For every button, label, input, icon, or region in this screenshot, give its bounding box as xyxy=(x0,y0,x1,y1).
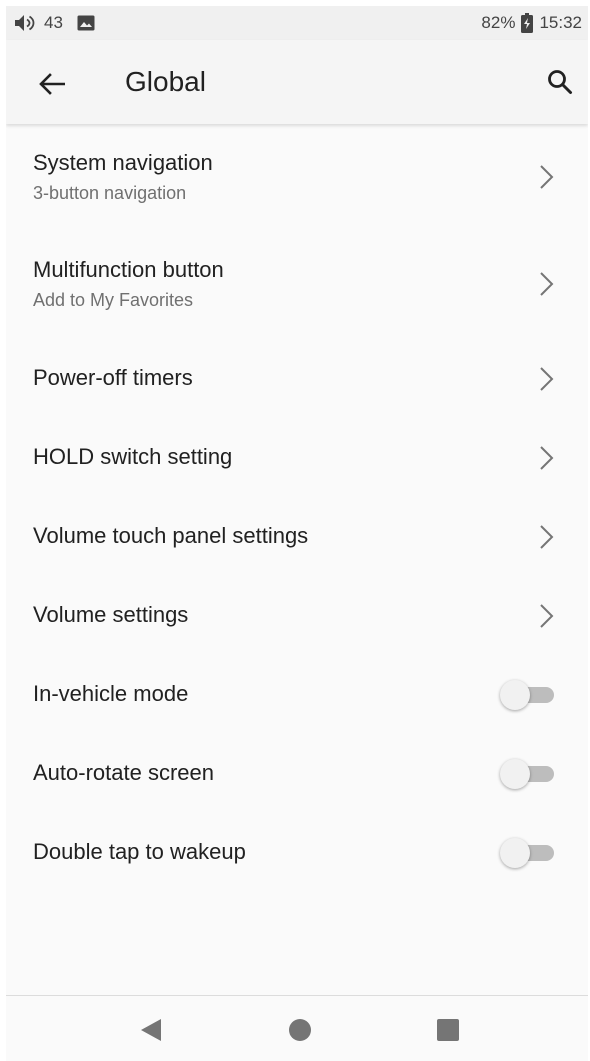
status-bar-left: 43 xyxy=(14,13,95,33)
status-bar-right: 82% 15:32 xyxy=(481,13,582,33)
setting-system-navigation[interactable]: System navigation 3-button navigation xyxy=(6,126,588,233)
setting-label: Double tap to wakeup xyxy=(33,839,246,864)
setting-label: System navigation xyxy=(33,150,213,175)
page-title: Global xyxy=(125,66,206,97)
setting-label: HOLD switch setting xyxy=(33,444,233,469)
back-button[interactable] xyxy=(34,66,70,102)
battery-charging-icon xyxy=(521,13,534,33)
app-bar: Global xyxy=(6,40,588,124)
setting-hold-switch[interactable]: HOLD switch setting xyxy=(6,419,588,498)
setting-label: In-vehicle mode xyxy=(33,681,189,706)
status-bar: 43 82% 15:32 xyxy=(6,6,588,40)
setting-subtitle: 3-button navigation xyxy=(33,183,187,203)
setting-label: Volume settings xyxy=(33,602,189,627)
battery-percent: 82% xyxy=(481,13,516,32)
volume-icon xyxy=(14,14,38,32)
chevron-right-icon xyxy=(540,367,554,391)
volume-level: 43 xyxy=(44,13,63,32)
double-tap-wakeup-switch[interactable] xyxy=(500,838,554,868)
image-icon xyxy=(77,15,95,31)
arrow-back-icon xyxy=(39,73,65,95)
in-vehicle-mode-switch[interactable] xyxy=(500,680,554,710)
nav-back-icon[interactable] xyxy=(140,1018,162,1042)
chevron-right-icon xyxy=(540,604,554,628)
search-icon xyxy=(548,70,572,94)
setting-label: Volume touch panel settings xyxy=(33,523,309,548)
system-nav-bar xyxy=(6,995,588,1061)
chevron-right-icon xyxy=(540,446,554,470)
screen: 43 82% 15:32 Global System navigation 3-… xyxy=(6,6,588,1061)
setting-label: Power-off timers xyxy=(33,365,193,390)
nav-home-icon[interactable] xyxy=(289,1019,311,1041)
switch-thumb xyxy=(500,838,530,868)
setting-volume-settings[interactable]: Volume settings xyxy=(6,577,588,656)
setting-double-tap-wakeup[interactable]: Double tap to wakeup xyxy=(6,814,588,893)
settings-list: System navigation 3-button navigation Mu… xyxy=(6,126,588,893)
chevron-right-icon xyxy=(540,165,554,189)
setting-in-vehicle-mode[interactable]: In-vehicle mode xyxy=(6,656,588,735)
setting-multifunction-button[interactable]: Multifunction button Add to My Favorites xyxy=(6,233,588,340)
search-button[interactable] xyxy=(542,64,578,100)
chevron-right-icon xyxy=(540,272,554,296)
setting-auto-rotate[interactable]: Auto-rotate screen xyxy=(6,735,588,814)
switch-thumb xyxy=(500,759,530,789)
setting-power-off-timers[interactable]: Power-off timers xyxy=(6,340,588,419)
nav-recent-icon[interactable] xyxy=(437,1019,459,1041)
setting-volume-touch-panel[interactable]: Volume touch panel settings xyxy=(6,498,588,577)
setting-label: Multifunction button xyxy=(33,257,224,282)
auto-rotate-switch[interactable] xyxy=(500,759,554,789)
setting-label: Auto-rotate screen xyxy=(33,760,214,785)
clock: 15:32 xyxy=(539,13,582,32)
switch-thumb xyxy=(500,680,530,710)
setting-subtitle: Add to My Favorites xyxy=(33,290,194,310)
chevron-right-icon xyxy=(540,525,554,549)
